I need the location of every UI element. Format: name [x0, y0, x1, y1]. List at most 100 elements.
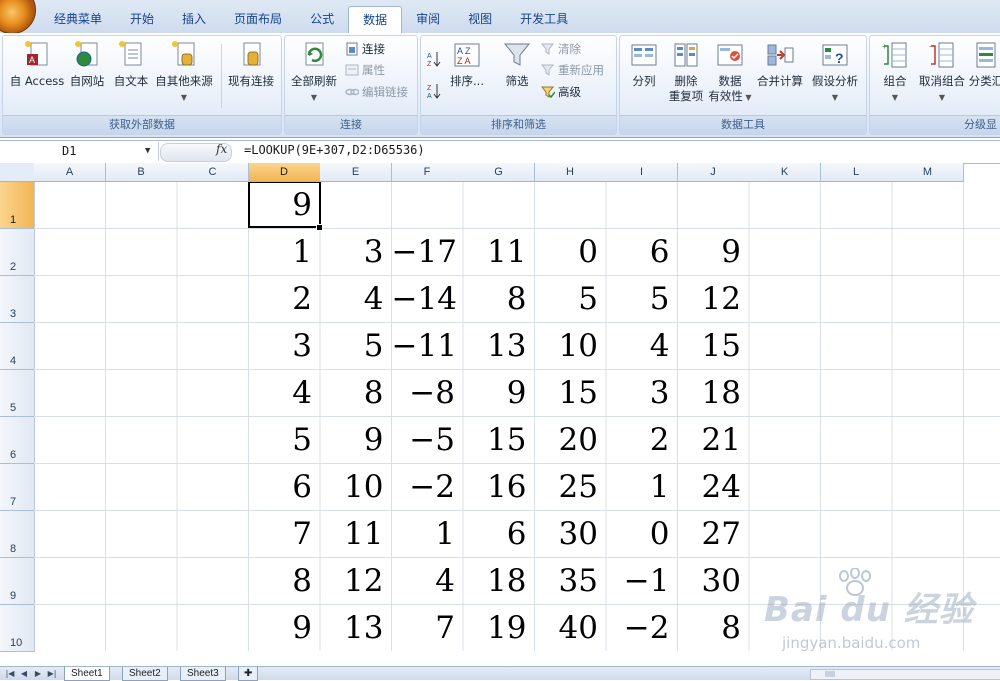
cell-e6[interactable]: 9	[320, 417, 392, 463]
subtotal-button[interactable]: 分类汇	[968, 40, 1000, 89]
column-header-i[interactable]: I	[606, 163, 678, 182]
office-button[interactable]	[0, 0, 36, 34]
worksheet-grid[interactable]: 9 1 3 −17 11 0 6 9 2 4 −14 8 5 5 12 3 5 −11 13 10 4 15 4 8 −8 9 15…	[34, 182, 1000, 651]
row-header-5[interactable]: 5	[0, 370, 35, 417]
next-sheet-icon[interactable]: ▶	[32, 668, 44, 679]
advanced-button[interactable]: 高级	[540, 83, 581, 101]
cell-d6[interactable]: 5	[249, 417, 321, 463]
cell-j3[interactable]: 12	[678, 276, 750, 322]
reapply-button[interactable]: 重新应用	[540, 61, 604, 79]
from-other-sources-button[interactable]: 自其他来源 ▼	[151, 40, 217, 105]
column-header-j[interactable]: J	[677, 163, 750, 182]
sort-ascending-button[interactable]: AZ	[427, 50, 444, 68]
row-header-4[interactable]: 4	[0, 323, 35, 370]
cell-h6[interactable]: 20	[535, 417, 607, 463]
cell-g4[interactable]: 13	[463, 323, 535, 369]
cell-f7[interactable]: −2	[392, 464, 464, 510]
column-header-c[interactable]: C	[177, 163, 249, 182]
cell-h8[interactable]: 30	[535, 511, 607, 557]
cell-i7[interactable]: 1	[606, 464, 678, 510]
cell-d2[interactable]: 1	[249, 229, 321, 275]
row-header-1[interactable]: 1	[0, 182, 35, 229]
tab-insert[interactable]: 插入	[168, 6, 220, 32]
cell-j4[interactable]: 15	[678, 323, 750, 369]
cell-e7[interactable]: 10	[320, 464, 392, 510]
tab-data[interactable]: 数据	[348, 6, 403, 34]
tab-review[interactable]: 审阅	[402, 6, 454, 32]
data-validation-button[interactable]: 数据 有效性 ▼	[708, 40, 752, 105]
column-header-d[interactable]: D	[248, 163, 321, 182]
row-header-7[interactable]: 7	[0, 464, 35, 511]
cell-f10[interactable]: 7	[392, 605, 464, 651]
clear-button[interactable]: 清除	[540, 40, 581, 58]
formula-input[interactable]: =LOOKUP(9E+307,D2:D65536)	[244, 143, 425, 157]
cell-i4[interactable]: 4	[606, 323, 678, 369]
cell-f9[interactable]: 4	[392, 558, 464, 604]
remove-duplicates-button[interactable]: 删除 重复项	[666, 40, 706, 104]
prev-sheet-icon[interactable]: ◀	[18, 668, 30, 679]
cell-d8[interactable]: 7	[249, 511, 321, 557]
row-header-10[interactable]: 10	[0, 605, 35, 652]
cell-j10[interactable]: 8	[678, 605, 750, 651]
sort-descending-button[interactable]: ZA	[427, 82, 444, 100]
cell-i3[interactable]: 5	[606, 276, 678, 322]
cell-i9[interactable]: −1	[606, 558, 678, 604]
cell-g8[interactable]: 6	[463, 511, 535, 557]
chevron-down-icon[interactable]: ▼	[145, 142, 150, 161]
first-sheet-icon[interactable]: |◀	[4, 668, 16, 679]
cell-e4[interactable]: 5	[320, 323, 392, 369]
cell-f2[interactable]: −17	[392, 229, 464, 275]
cell-e8[interactable]: 11	[320, 511, 392, 557]
cell-f4[interactable]: −11	[392, 323, 464, 369]
cell-d10[interactable]: 9	[249, 605, 321, 651]
cell-i10[interactable]: −2	[606, 605, 678, 651]
column-header-g[interactable]: G	[463, 163, 535, 182]
from-text-button[interactable]: 自文本	[109, 40, 153, 89]
cell-e9[interactable]: 12	[320, 558, 392, 604]
row-header-8[interactable]: 8	[0, 511, 35, 558]
column-header-a[interactable]: A	[34, 163, 106, 182]
cell-e3[interactable]: 4	[320, 276, 392, 322]
tab-page-layout[interactable]: 页面布局	[220, 6, 296, 32]
text-to-columns-button[interactable]: 分列	[622, 40, 666, 89]
cell-i5[interactable]: 3	[606, 370, 678, 416]
cell-g2[interactable]: 11	[463, 229, 535, 275]
tab-home[interactable]: 开始	[116, 6, 168, 32]
ungroup-button[interactable]: − 取消组合 ▼	[916, 40, 968, 105]
cell-h9[interactable]: 35	[535, 558, 607, 604]
cell-f5[interactable]: −8	[392, 370, 464, 416]
cell-d9[interactable]: 8	[249, 558, 321, 604]
cell-j8[interactable]: 27	[678, 511, 750, 557]
last-sheet-icon[interactable]: ▶|	[46, 668, 58, 679]
cell-e2[interactable]: 3	[320, 229, 392, 275]
cell-f3[interactable]: −14	[392, 276, 464, 322]
cell-d3[interactable]: 2	[249, 276, 321, 322]
cell-f8[interactable]: 1	[392, 511, 464, 557]
tab-formulas[interactable]: 公式	[296, 6, 348, 32]
cell-d7[interactable]: 6	[249, 464, 321, 510]
cell-j6[interactable]: 21	[678, 417, 750, 463]
cell-j2[interactable]: 9	[678, 229, 750, 275]
from-web-button[interactable]: 自网站	[65, 40, 109, 89]
column-header-b[interactable]: B	[105, 163, 178, 182]
cell-i6[interactable]: 2	[606, 417, 678, 463]
cell-i2[interactable]: 6	[606, 229, 678, 275]
cell-h3[interactable]: 5	[535, 276, 607, 322]
group-button[interactable]: + 组合 ▼	[874, 40, 916, 105]
cell-d1[interactable]: 9	[249, 182, 321, 228]
select-all-corner[interactable]	[0, 163, 35, 182]
cell-h7[interactable]: 25	[535, 464, 607, 510]
cell-g10[interactable]: 19	[463, 605, 535, 651]
scrollbar-thumb[interactable]	[825, 671, 835, 677]
refresh-all-button[interactable]: 全部刷新 ▼	[287, 40, 341, 105]
cell-j5[interactable]: 18	[678, 370, 750, 416]
name-box[interactable]: D1 ▼	[0, 142, 159, 161]
column-header-k[interactable]: K	[749, 163, 821, 182]
row-header-9[interactable]: 9	[0, 558, 35, 605]
edit-links-button[interactable]: 编辑链接	[345, 83, 408, 101]
column-header-f[interactable]: F	[391, 163, 464, 182]
sort-button[interactable]: A ZZ A 排序...	[447, 40, 487, 89]
cell-d5[interactable]: 4	[249, 370, 321, 416]
connections-button[interactable]: 连接	[345, 40, 385, 58]
row-header-2[interactable]: 2	[0, 229, 35, 276]
